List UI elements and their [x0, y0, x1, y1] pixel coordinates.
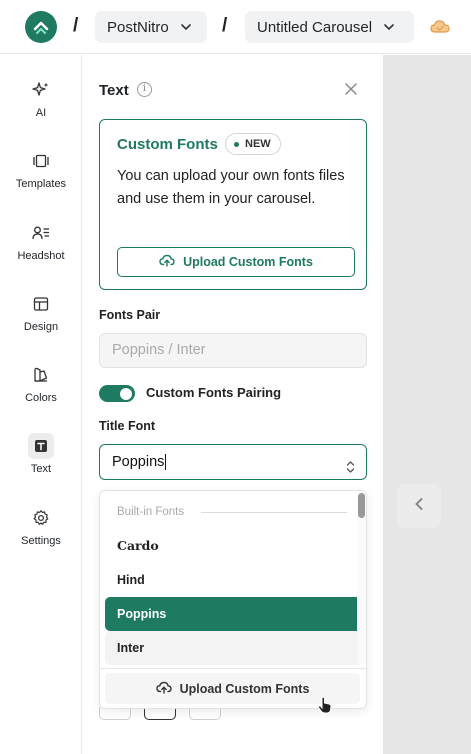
document-title: Untitled Carousel — [257, 18, 373, 36]
sidebar-item-label: Text — [30, 463, 52, 475]
dropdown-scrollbar[interactable] — [358, 493, 365, 518]
badge-label: NEW — [245, 138, 271, 150]
fonts-pair-input[interactable]: Poppins / Inter — [99, 333, 367, 368]
previous-slide-button[interactable] — [397, 484, 441, 528]
custom-fonts-pairing-label: Custom Fonts Pairing — [146, 385, 282, 400]
workspace-name: PostNitro — [107, 18, 169, 36]
sidebar-item-label: Design — [23, 321, 59, 333]
sidebar-item-headshot[interactable]: Headshot — [0, 220, 82, 262]
title-font-select[interactable]: Poppins — [99, 444, 367, 480]
document-title-selector[interactable]: Untitled Carousel — [245, 11, 414, 43]
fonts-pair-label: Fonts Pair — [99, 308, 161, 322]
text-icon — [28, 433, 54, 459]
font-option-poppins[interactable]: Poppins — [105, 597, 362, 631]
font-option-hind[interactable]: Hind — [105, 563, 362, 597]
text-panel: Text i Custom Fonts NEW You can upload y… — [83, 55, 383, 754]
new-badge: NEW — [225, 133, 281, 155]
cloud-sync-icon[interactable] — [430, 18, 450, 34]
chevron-left-icon — [414, 497, 424, 516]
breadcrumb-separator: / — [73, 15, 79, 36]
custom-fonts-title: Custom Fonts — [117, 136, 218, 153]
panel-title: Text — [99, 82, 129, 99]
sidebar-item-text[interactable]: Text — [0, 433, 82, 475]
font-dropdown: Built-in Fonts Cardo Hind Poppins Inter … — [99, 490, 367, 709]
hand-cursor-icon — [317, 696, 333, 714]
layout-icon — [28, 291, 54, 317]
dropdown-group-label: Built-in Fonts — [117, 506, 185, 518]
chevron-up-down-icon — [346, 454, 355, 473]
title-font-label: Title Font — [99, 419, 156, 433]
upload-button-label: Upload Custom Fonts — [183, 255, 313, 269]
font-option-inter[interactable]: Inter — [105, 631, 362, 665]
sidebar-item-ai[interactable]: AI — [0, 77, 82, 119]
sidebar-item-colors[interactable]: Colors — [0, 362, 82, 404]
cloud-upload-icon — [159, 254, 175, 270]
top-bar: / PostNitro / Untitled Carousel — [0, 0, 471, 54]
custom-fonts-description: You can upload your own fonts files and … — [117, 168, 345, 207]
dropdown-upload-label: Upload Custom Fonts — [179, 681, 310, 696]
sidebar-item-settings[interactable]: Settings — [0, 505, 82, 547]
chevron-down-icon — [180, 21, 191, 33]
sidebar-item-templates[interactable]: Templates — [0, 148, 82, 190]
custom-fonts-pairing-toggle[interactable] — [99, 385, 135, 402]
cloud-upload-icon — [155, 681, 172, 697]
sidebar-item-design[interactable]: Design — [0, 291, 82, 333]
workspace-selector[interactable]: PostNitro — [95, 11, 207, 43]
postnitro-logo-icon[interactable] — [25, 11, 57, 43]
palette-icon — [28, 362, 54, 388]
templates-icon — [28, 148, 54, 174]
info-icon[interactable]: i — [137, 82, 152, 97]
text-caret — [165, 454, 167, 471]
canvas-area — [383, 55, 471, 754]
sidebar: AI Templates Headshot Design Colors Text — [0, 55, 82, 754]
gear-icon — [28, 505, 54, 531]
divider — [201, 512, 347, 513]
chevron-down-icon — [384, 21, 394, 33]
custom-fonts-card: Custom Fonts NEW You can upload your own… — [99, 119, 367, 290]
upload-custom-fonts-button[interactable]: Upload Custom Fonts — [117, 247, 355, 277]
sidebar-item-label: Colors — [25, 392, 57, 404]
headshot-icon — [28, 220, 54, 246]
sparkles-icon — [28, 77, 54, 103]
close-icon[interactable] — [345, 79, 357, 100]
breadcrumb-separator: / — [222, 15, 228, 36]
badge-dot-icon — [234, 141, 239, 147]
sidebar-item-label: Templates — [15, 178, 67, 190]
toggle-knob — [120, 387, 132, 400]
sidebar-item-label: AI — [35, 107, 47, 119]
sidebar-item-label: Settings — [21, 535, 61, 547]
sidebar-item-label: Headshot — [17, 250, 65, 262]
font-option-cardo[interactable]: Cardo — [105, 529, 362, 563]
title-font-value: Poppins — [112, 454, 165, 470]
